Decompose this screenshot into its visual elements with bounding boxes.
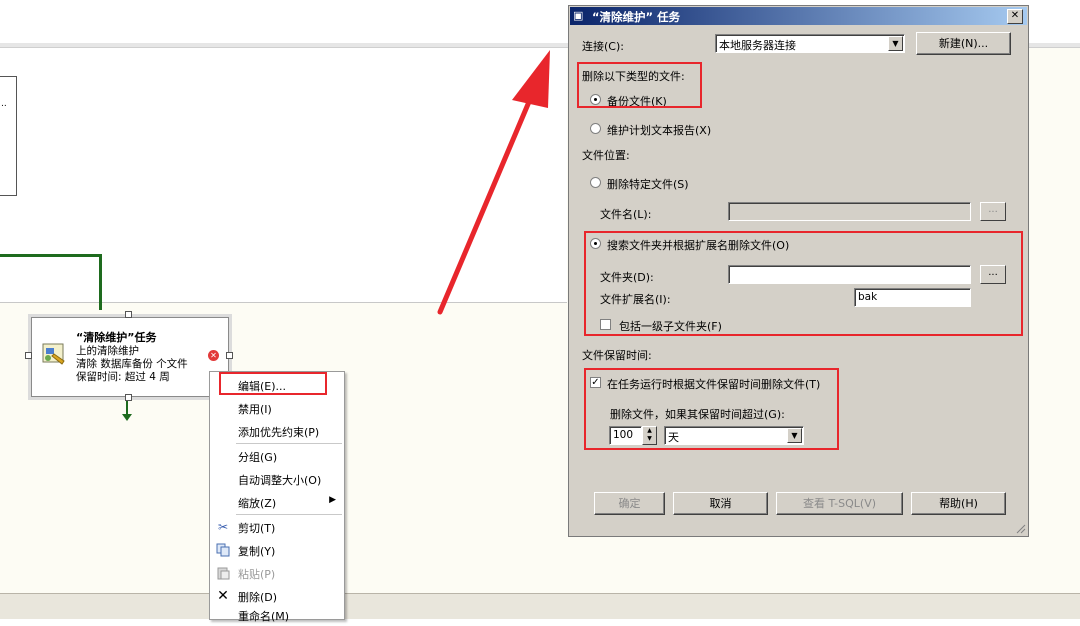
new-connection-button[interactable]: 新建(N)... xyxy=(916,32,1011,55)
help-button[interactable]: 帮助(H) xyxy=(911,492,1006,515)
cleanup-task-box[interactable]: “清除维护”任务 上的清除维护 清除 数据库备份 个文件 保留时间: 超过 4 … xyxy=(25,311,233,401)
delete-specific-radio[interactable] xyxy=(590,177,601,188)
report-files-label[interactable]: 维护计划文本报告(X) xyxy=(607,122,711,138)
resize-handle-left[interactable] xyxy=(25,352,32,359)
chevron-down-icon[interactable]: ▼ xyxy=(888,36,903,51)
annotation-highlight-edit xyxy=(219,372,327,395)
delete-specific-label[interactable]: 删除特定文件(S) xyxy=(607,176,689,192)
scissors-icon: ✂ xyxy=(217,520,229,534)
filename-input[interactable] xyxy=(728,202,971,221)
connection-select[interactable]: 本地服务器连接 ▼ xyxy=(715,34,905,53)
menu-item-autosize[interactable]: 自动调整大小(O) xyxy=(210,468,344,490)
menu-item-disable[interactable]: 禁用(I) xyxy=(210,397,344,419)
menu-separator xyxy=(236,514,342,515)
dialog-app-icon: ▣ xyxy=(573,9,584,22)
menu-item-cut[interactable]: ✂ 剪切(T) xyxy=(210,516,344,538)
menu-item-paste[interactable]: 粘贴(P) xyxy=(210,562,344,584)
cancel-button[interactable]: 取消 xyxy=(673,492,768,515)
connection-value: 本地服务器连接 xyxy=(719,39,796,52)
previous-task-text: .. xyxy=(1,99,7,109)
report-files-radio[interactable] xyxy=(590,123,601,134)
resize-handle-top[interactable] xyxy=(125,311,132,318)
filename-label: 文件名(L): xyxy=(600,208,652,221)
menu-item-copy[interactable]: 复制(Y) xyxy=(210,539,344,561)
retention-label: 文件保留时间: xyxy=(582,349,652,362)
resize-grip-icon[interactable] xyxy=(1014,522,1026,534)
annotation-arrow-icon xyxy=(437,50,550,315)
paste-icon xyxy=(216,566,230,580)
view-tsql-button[interactable]: 查看 T-SQL(V) xyxy=(776,492,903,515)
dialog-titlebar[interactable]: ▣ “清除维护” 任务 ✕ xyxy=(570,7,1027,25)
ok-button[interactable]: 确定 xyxy=(594,492,665,515)
context-menu: 编辑(E)... 禁用(I) 添加优先约束(P) 分组(G) 自动调整大小(O)… xyxy=(209,371,345,623)
delete-icon: ✕ xyxy=(217,588,229,604)
menu-item-group[interactable]: 分组(G) xyxy=(210,445,344,467)
submenu-arrow-icon: ▶ xyxy=(329,495,336,505)
copy-icon xyxy=(216,543,230,557)
menu-item-add-constraint[interactable]: 添加优先约束(P) xyxy=(210,420,344,442)
bottom-status-bar xyxy=(0,593,1080,619)
menu-separator xyxy=(236,443,342,444)
file-location-label: 文件位置: xyxy=(582,149,630,162)
previous-task-box[interactable]: .. xyxy=(0,76,17,196)
error-icon: ✕ xyxy=(208,350,219,361)
connector-arrow-icon xyxy=(122,414,132,421)
dialog-title: “清除维护” 任务 xyxy=(592,10,681,24)
annotation-highlight-file-type xyxy=(577,62,702,108)
close-icon[interactable]: ✕ xyxy=(1007,9,1023,24)
menu-item-rename[interactable]: 重命名(M) xyxy=(210,604,344,626)
connector-line-horizontal xyxy=(0,254,102,257)
connector-line-vertical xyxy=(99,254,102,310)
connection-label: 连接(C): xyxy=(582,40,624,53)
resize-handle-right[interactable] xyxy=(226,352,233,359)
maintenance-task-icon xyxy=(42,343,65,365)
menu-item-zoom[interactable]: 缩放(Z) ▶ xyxy=(210,491,344,513)
resize-handle-bottom[interactable] xyxy=(125,394,132,401)
annotation-highlight-search-folder xyxy=(584,231,1023,336)
annotation-highlight-retention xyxy=(584,368,839,450)
task-line-3: 保留时间: 超过 4 周 xyxy=(76,371,170,383)
browse-file-button[interactable]: ... xyxy=(980,202,1006,221)
